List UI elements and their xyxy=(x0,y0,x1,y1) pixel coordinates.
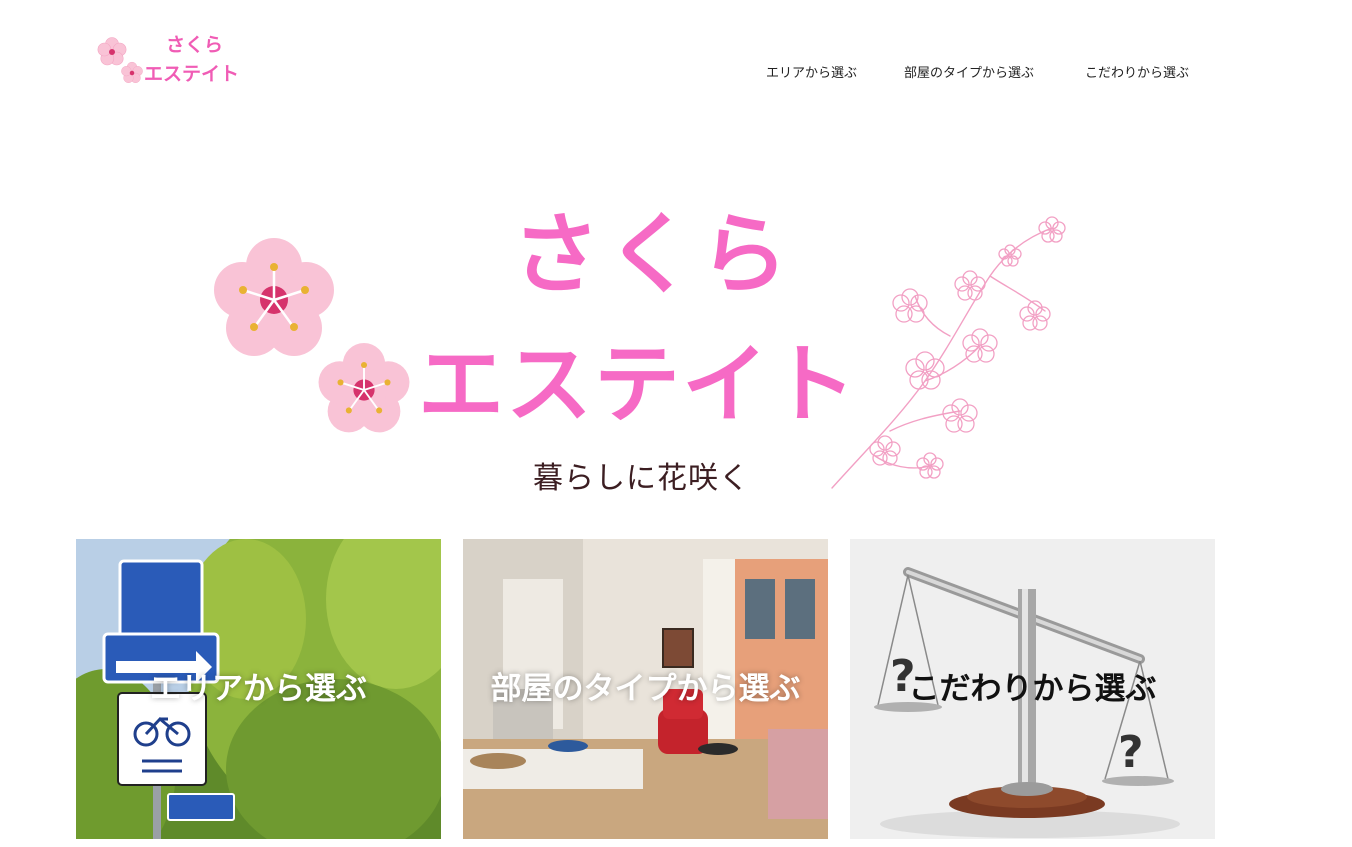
cherry-blossom-small-icon xyxy=(318,343,410,433)
svg-text:?: ? xyxy=(1118,727,1144,778)
card-area[interactable]: エリアから選ぶ xyxy=(76,539,441,839)
card-room-type-label: 部屋のタイプから選ぶ xyxy=(490,671,801,707)
hero-title-line2: エステイト xyxy=(418,335,858,435)
card-preferences[interactable]: ? ? こだわりから選ぶ xyxy=(850,539,1215,839)
nav-item-area[interactable]: エリアから選ぶ xyxy=(766,62,857,81)
card-area-label: エリアから選ぶ xyxy=(150,671,367,707)
main-nav: エリアから選ぶ 部屋のタイプから選ぶ こだわりから選ぶ xyxy=(0,62,1352,84)
logo-text-line1: さくら xyxy=(166,34,224,56)
card-room-type[interactable]: 部屋のタイプから選ぶ xyxy=(463,539,828,839)
hero-title-line1: さくら xyxy=(512,203,795,306)
nav-item-preferences[interactable]: こだわりから選ぶ xyxy=(1085,62,1189,81)
hero-banner: さくら エステイト 暮らしに花咲く xyxy=(200,200,1080,500)
card-preferences-label: こだわりから選ぶ xyxy=(908,671,1157,707)
hero-tagline: 暮らしに花咲く xyxy=(533,461,750,496)
blossom-branch-illustration xyxy=(831,216,1066,489)
nav-item-room-type[interactable]: 部屋のタイプから選ぶ xyxy=(904,62,1034,81)
